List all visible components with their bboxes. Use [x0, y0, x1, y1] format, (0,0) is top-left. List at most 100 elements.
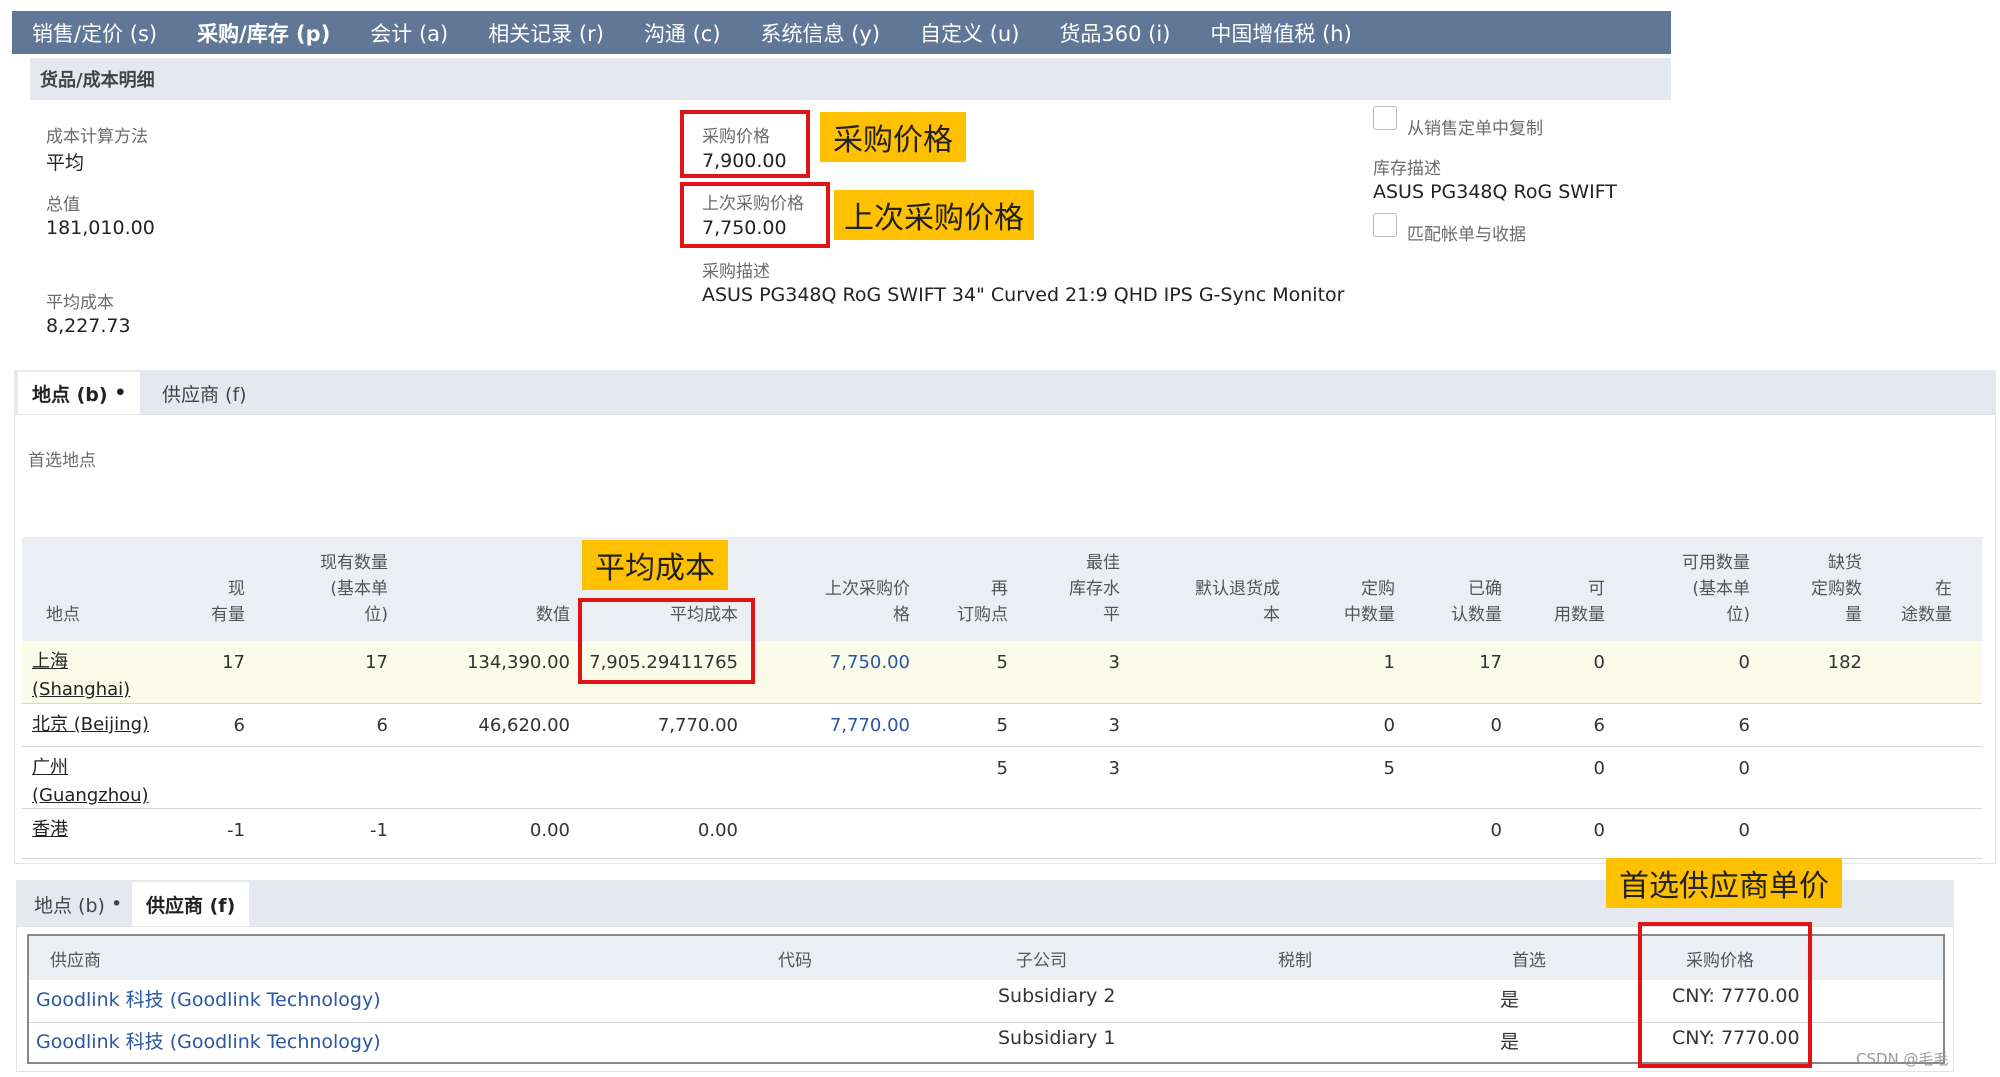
col-header-value: 数值 — [536, 605, 570, 625]
cell-available: 0 — [1593, 652, 1605, 673]
col-header-committed: 已确 认数量 — [1451, 579, 1502, 625]
subtab-vendors[interactable]: 供应商 (f) — [148, 372, 261, 414]
col-header-return-cost: 默认退货成 本 — [1195, 579, 1280, 625]
cell-last-price[interactable]: 7,750.00 — [830, 652, 910, 673]
cell-on-order: 5 — [1383, 758, 1395, 779]
col-header-reorder: 再 订购点 — [957, 579, 1008, 625]
tab-system-info[interactable]: 系统信息 (y) — [741, 18, 901, 48]
total-label: 总值 — [46, 195, 80, 215]
col-header-on-hand-base: 现有数量 (基本单 位) — [320, 553, 388, 625]
tab-purchasing[interactable]: 采购/库存 (p) — [177, 18, 350, 48]
stock-desc-label: 库存描述 — [1373, 159, 1441, 179]
preferred-cell: 是 — [1500, 1031, 1520, 1053]
tab-sales[interactable]: 销售/定价 (s) — [12, 18, 177, 48]
cell-committed: 0 — [1490, 715, 1502, 736]
subtab-locations[interactable]: 地点 (b) • — [18, 372, 141, 414]
vendor-link[interactable]: Goodlink 科技 (Goodlink Technology) — [36, 985, 381, 1012]
section-header: 货品/成本明细 — [30, 58, 1671, 100]
stock-desc-value: ASUS PG348Q RoG SWIFT — [1373, 181, 1617, 203]
avg-cost-column-highlight — [578, 598, 755, 684]
dot-icon: • — [104, 893, 123, 915]
callout-avg-cost: 平均成本 — [582, 540, 728, 590]
cell-value: 0.00 — [529, 820, 570, 841]
preferred-location-label: 首选地点 — [28, 451, 96, 471]
purchase-price-label: 采购价格 — [702, 127, 770, 147]
cell-value: 134,390.00 — [466, 652, 570, 673]
top-tab-bar: 销售/定价 (s) 采购/库存 (p) 会计 (a) 相关记录 (r) 沟通 (… — [12, 11, 1671, 54]
row-divider — [22, 703, 1982, 704]
callout-last-purchase-price: 上次采购价格 — [834, 190, 1034, 240]
tab-custom[interactable]: 自定义 (u) — [900, 18, 1039, 48]
copy-from-so-label: 从销售定单中复制 — [1407, 119, 1543, 139]
cost-method-value: 平均 — [46, 152, 85, 174]
subtab-locations-label: 地点 (b) — [32, 383, 108, 406]
cell-on-hand: 6 — [233, 715, 245, 736]
cell-backordered: 182 — [1827, 652, 1862, 673]
cell-available-base: 0 — [1738, 820, 1750, 841]
cell-last-price[interactable]: 7,770.00 — [830, 715, 910, 736]
row-divider — [22, 746, 1982, 747]
cell-available: 0 — [1593, 758, 1605, 779]
cell-on-hand-base: 6 — [376, 715, 388, 736]
last-purchase-price-value: 7,750.00 — [702, 217, 787, 239]
tab-accounting[interactable]: 会计 (a) — [350, 18, 468, 48]
cell-avg-cost: 7,770.00 — [657, 715, 738, 736]
cell-available: 6 — [1593, 715, 1605, 736]
tab-communication[interactable]: 沟通 (c) — [624, 18, 741, 48]
cell-preferred-stock: 3 — [1108, 652, 1120, 673]
code-col-header: 代码 — [778, 951, 812, 971]
purchase-price-value: 7,900.00 — [702, 150, 787, 172]
purchase-desc-label: 采购描述 — [702, 262, 770, 282]
vendor-col-header: 供应商 — [50, 951, 101, 971]
preferred-col-header: 首选 — [1512, 951, 1546, 971]
callout-preferred-vendor-price: 首选供应商单价 — [1606, 858, 1842, 908]
col-header-on-hand: 现 有量 — [211, 579, 245, 625]
tax-col-header: 税制 — [1278, 951, 1312, 971]
cell-reorder: 5 — [996, 715, 1008, 736]
cell-on-order: 0 — [1383, 715, 1395, 736]
tab-item360[interactable]: 货品360 (i) — [1039, 18, 1190, 48]
subtab-locations-2[interactable]: 地点 (b) • — [20, 882, 136, 926]
locations-subtab-bar — [14, 370, 1996, 414]
subtab-locations-2-label: 地点 (b) — [34, 894, 105, 917]
cell-available-base: 0 — [1738, 652, 1750, 673]
match-bill-checkbox[interactable] — [1373, 213, 1397, 237]
vendor-link[interactable]: Goodlink 科技 (Goodlink Technology) — [36, 1027, 381, 1054]
avg-cost-label: 平均成本 — [46, 293, 114, 313]
cell-value: 46,620.00 — [478, 715, 570, 736]
cell-committed: 17 — [1479, 652, 1502, 673]
tab-related-records[interactable]: 相关记录 (r) — [468, 18, 624, 48]
cell-on-hand-base: -1 — [370, 820, 388, 841]
avg-cost-value: 8,227.73 — [46, 315, 131, 337]
col-header-location: 地点 — [46, 605, 80, 625]
col-header-last-price: 上次采购价 格 — [825, 579, 910, 625]
callout-purchase-price: 采购价格 — [820, 112, 966, 162]
section-title: 货品/成本明细 — [40, 70, 155, 91]
cell-reorder: 5 — [996, 758, 1008, 779]
cell-preferred-stock: 3 — [1108, 758, 1120, 779]
cell-available: 0 — [1593, 820, 1605, 841]
cell-avg-cost: 0.00 — [697, 820, 738, 841]
total-value: 181,010.00 — [46, 217, 155, 239]
col-header-available: 可 用数量 — [1554, 579, 1605, 625]
location-link[interactable]: 广州 (Guangzhou) — [32, 754, 149, 810]
cell-on-order: 1 — [1383, 652, 1395, 673]
col-header-available-base: 可用数量 (基本单 位) — [1682, 553, 1750, 625]
location-link[interactable]: 北京 (Beijing) — [32, 711, 149, 739]
tab-china-vat[interactable]: 中国增值税 (h) — [1190, 18, 1371, 48]
subtab-vendors-2[interactable]: 供应商 (f) — [132, 882, 250, 926]
last-purchase-price-label: 上次采购价格 — [702, 194, 804, 214]
copy-from-so-checkbox[interactable] — [1373, 106, 1397, 130]
col-header-in-transit: 在 途数量 — [1901, 579, 1952, 625]
cell-committed: 0 — [1490, 820, 1502, 841]
location-link[interactable]: 香港 — [32, 816, 68, 844]
cell-on-hand: 17 — [222, 652, 245, 673]
row-divider — [22, 808, 1982, 809]
subsidiary-cell: Subsidiary 1 — [998, 1027, 1116, 1049]
location-link[interactable]: 上海 (Shanghai) — [32, 648, 130, 704]
vendor-price-highlight — [1638, 922, 1812, 1068]
match-bill-label: 匹配帐单与收据 — [1407, 225, 1526, 245]
cost-method-label: 成本计算方法 — [46, 127, 148, 147]
col-header-on-order: 定购 中数量 — [1344, 579, 1395, 625]
cell-available-base: 0 — [1738, 758, 1750, 779]
